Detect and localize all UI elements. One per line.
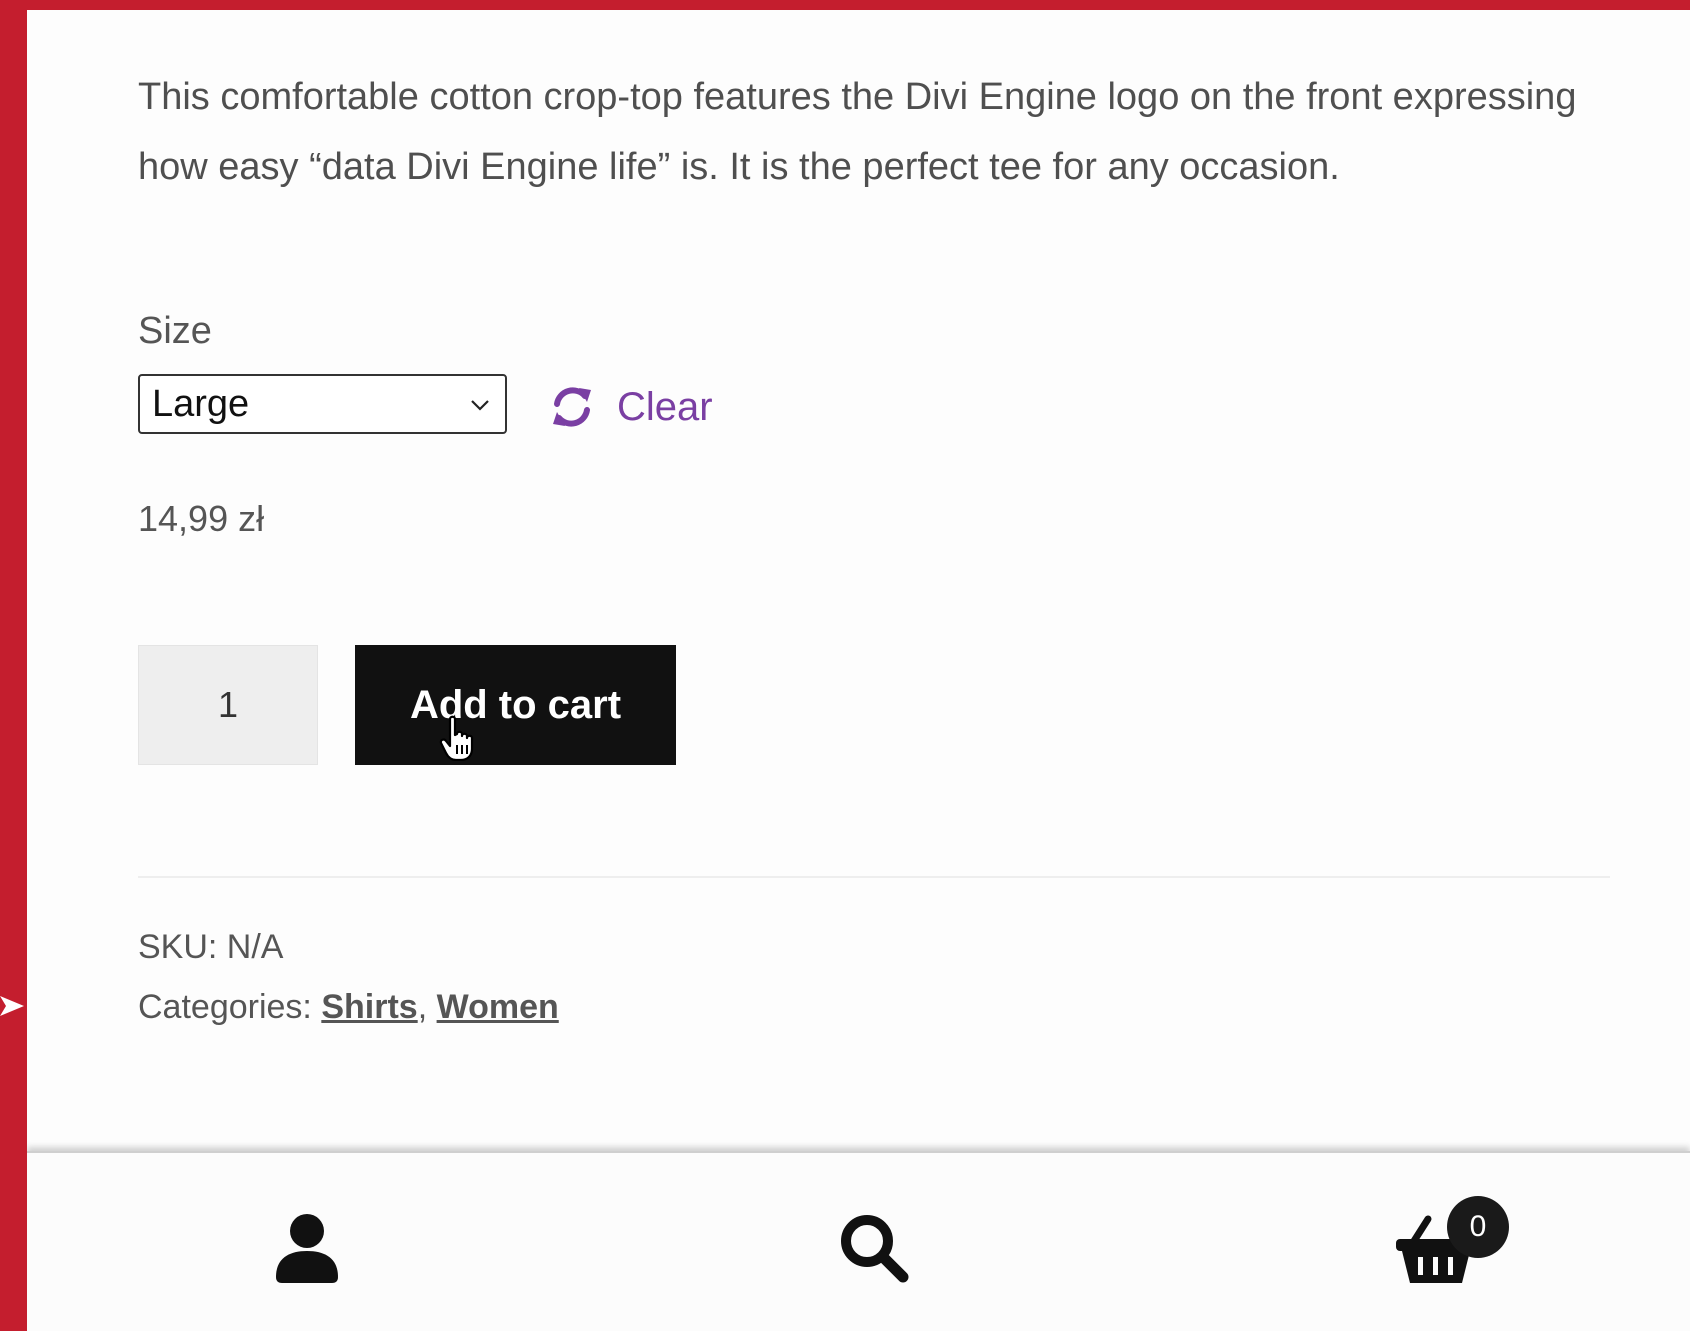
search-icon[interactable] xyxy=(839,1213,909,1283)
clear-label: Clear xyxy=(617,384,713,429)
clear-variations-link[interactable]: Clear xyxy=(549,384,713,430)
account-icon[interactable] xyxy=(276,1213,338,1283)
size-label: Size xyxy=(138,310,212,352)
category-link-women[interactable]: Women xyxy=(437,988,559,1026)
cart-count-badge: 0 xyxy=(1447,1196,1509,1258)
categories-prefix: Categories: xyxy=(138,988,322,1026)
category-separator: , xyxy=(417,988,437,1026)
chevron-down-icon xyxy=(471,400,489,411)
arrow-pointer-icon xyxy=(0,996,24,1016)
category-link-shirts[interactable]: Shirts xyxy=(321,988,417,1026)
hand-cursor-icon xyxy=(439,715,474,761)
size-select-value: Large xyxy=(152,382,250,425)
quantity-input[interactable]: 1 xyxy=(138,645,318,765)
refresh-icon xyxy=(553,387,591,427)
product-page: This comfortable cotton crop-top feature… xyxy=(27,10,1690,1331)
product-price: 14,99 zł xyxy=(138,498,265,539)
product-description: This comfortable cotton crop-top feature… xyxy=(138,76,1577,188)
bottom-navigation: 0 xyxy=(27,1151,1690,1331)
section-divider xyxy=(138,876,1610,878)
size-select[interactable]: Large xyxy=(138,374,507,434)
product-sku: SKU: N/A xyxy=(138,928,284,966)
product-categories: Categories: Shirts, Women xyxy=(138,988,559,1027)
add-to-cart-button[interactable]: Add to cart xyxy=(355,645,676,765)
